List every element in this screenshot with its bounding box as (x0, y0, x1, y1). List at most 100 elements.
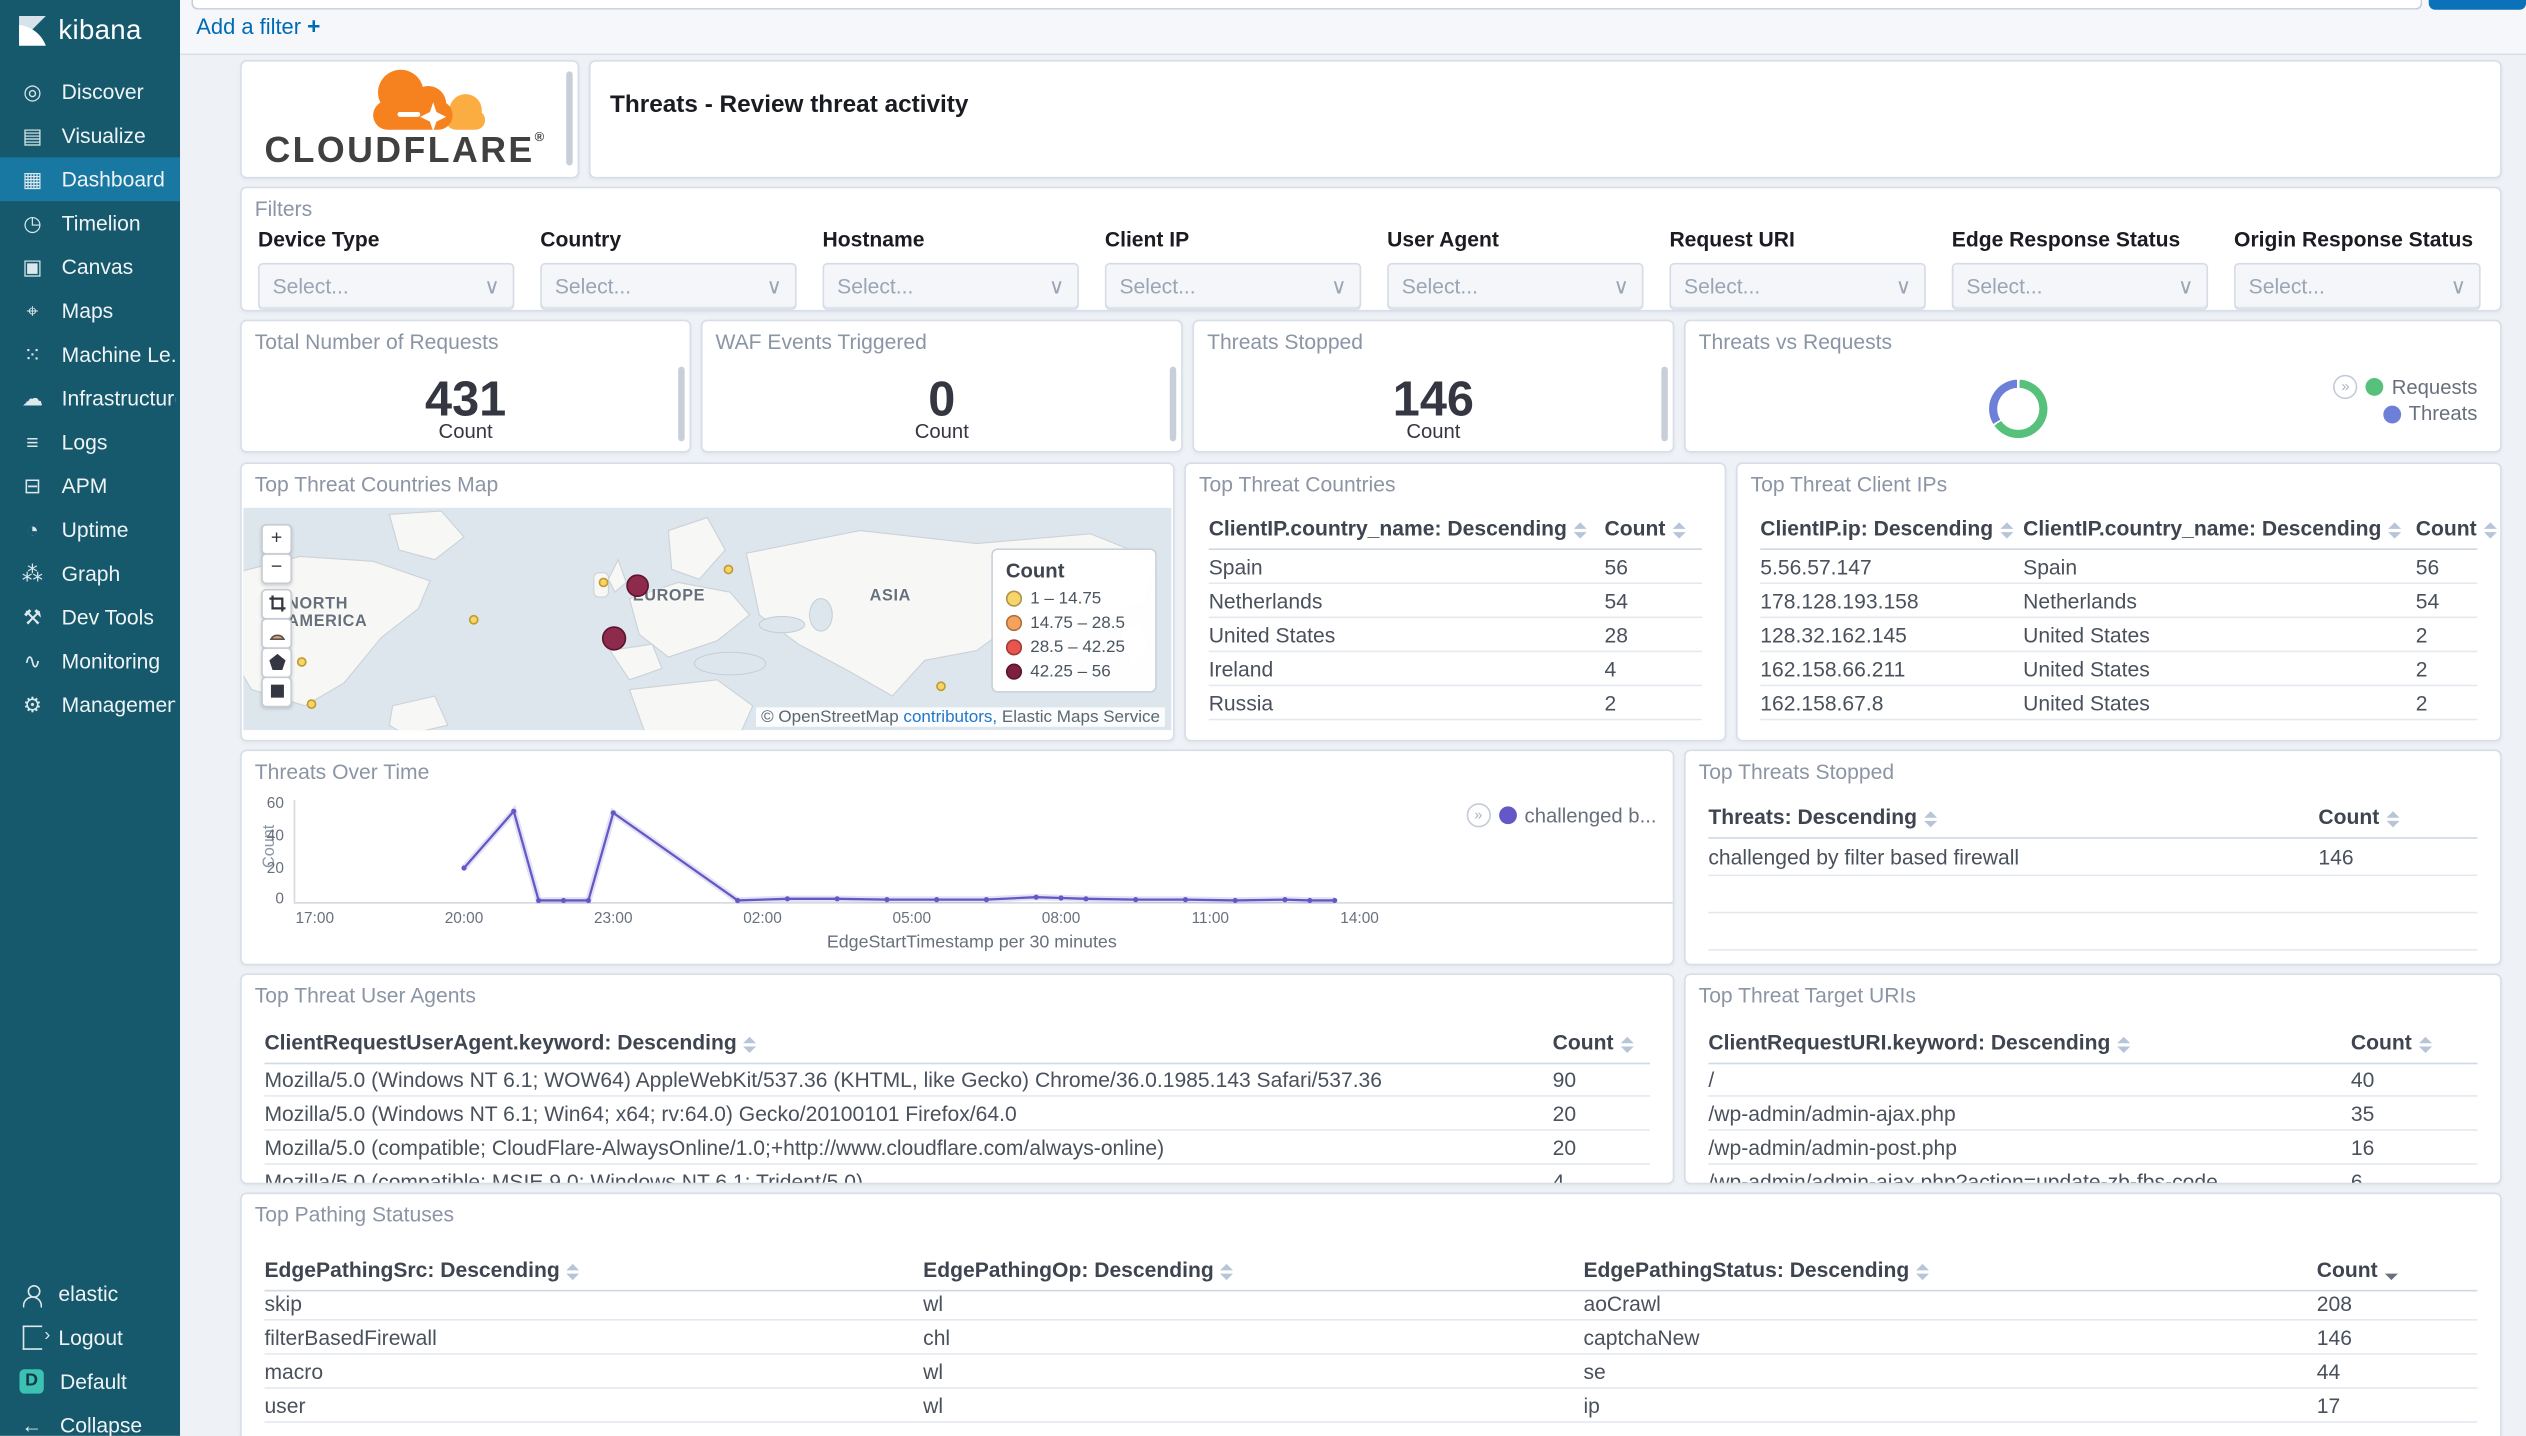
panel-title: Top Threat Countries Map (254, 472, 499, 497)
chevron-down-icon: ∨ (2450, 273, 2467, 298)
sort-icon (566, 1263, 580, 1280)
osm-contributors-link[interactable]: contributors, (903, 707, 997, 726)
monitoring-icon: ∿ (23, 648, 42, 673)
table-cell: 128.32.162.145 (1760, 623, 1907, 648)
table-cell: Spain (1208, 554, 1263, 580)
panel-scrollbar[interactable] (1661, 366, 1668, 442)
map-threat-marker[interactable] (306, 699, 317, 709)
map-threat-marker[interactable] (626, 574, 649, 598)
sidebar-item-user[interactable]: elastic (0, 1272, 180, 1316)
x-tick: 14:00 (1340, 910, 1379, 929)
table-cell: Netherlands (1208, 588, 1323, 614)
sidebar-item-graph[interactable]: ⁂ Graph (0, 552, 180, 596)
table-cell: 2 (1604, 691, 1617, 716)
hostname-select[interactable]: Select... ∨ (822, 262, 1079, 310)
sidebar-item-dev-tools[interactable]: ⚒ Dev Tools (0, 595, 180, 639)
sidebar-item-infrastructure[interactable]: ☁ Infrastructure (0, 376, 180, 420)
map-zoom-out-button[interactable]: − (261, 553, 293, 585)
sidebar-item-logs[interactable]: ≡ Logs (0, 420, 180, 464)
x-tick: 02:00 (743, 910, 782, 929)
map-threat-marker[interactable] (296, 657, 307, 667)
collapse-icon: ← (21, 1413, 43, 1436)
column-header[interactable]: Count (2351, 1030, 2432, 1055)
timelion-icon: ◷ (23, 210, 42, 235)
map-crop-tool-button[interactable] (261, 588, 293, 620)
legend-threats[interactable]: Threats (2382, 402, 2477, 425)
add-filter-link[interactable]: Add a filter + (196, 13, 320, 39)
sidebar-item-monitoring[interactable]: ∿ Monitoring (0, 639, 180, 683)
sidebar-item-collapse[interactable]: ← Collapse (0, 1403, 180, 1436)
sidebar-item-uptime[interactable]: ◔ Uptime (0, 508, 180, 552)
x-tick: 20:00 (444, 910, 484, 929)
sidebar-item-logout[interactable]: Logout (0, 1316, 180, 1360)
origin-response-status-select[interactable]: Select... ∨ (2234, 262, 2481, 310)
column-header[interactable]: ClientIP.ip: Descending (1760, 516, 2013, 540)
x-tick: 23:00 (593, 910, 633, 929)
column-header[interactable]: ClientIP.country_name: Descending (2023, 516, 2401, 540)
machine-learning-icon: ⁙ (23, 341, 42, 366)
sidebar-item-space-default[interactable]: D Default (0, 1360, 180, 1404)
table-cell: United States (2023, 623, 2150, 648)
column-header[interactable]: Count (2416, 516, 2497, 540)
column-header[interactable]: Threats: Descending (1708, 805, 1937, 829)
column-header[interactable]: EdgePathingStatus: Descending (1583, 1257, 1929, 1282)
column-header[interactable]: Count (1553, 1030, 1634, 1055)
panel-scrollbar[interactable] (678, 366, 685, 442)
kibana-logo[interactable]: kibana (0, 0, 180, 65)
edge-response-status-select[interactable]: Select... ∨ (1951, 262, 2209, 310)
map-zoom-in-button[interactable]: + (261, 524, 293, 555)
user-agent-select[interactable]: Select... ∨ (1387, 262, 1644, 310)
map-threat-marker[interactable] (468, 614, 479, 625)
threats-vs-requests-donut[interactable] (1989, 379, 2048, 439)
table-cell: 54 (2415, 588, 2440, 614)
map-polygon-tool-button[interactable] (261, 647, 293, 679)
legend-challenged[interactable]: » challenged b... (1466, 803, 1656, 828)
panel-title: Top Threat Client IPs (1750, 472, 1948, 497)
device-type-select[interactable]: Select... ∨ (257, 262, 515, 310)
chevron-down-icon: ∨ (766, 273, 782, 298)
legend-requests[interactable]: » Requests (2333, 374, 2477, 400)
update-button[interactable] (2428, 0, 2526, 10)
sort-icon (2385, 810, 2399, 827)
sidebar-item-maps[interactable]: ⌖ Maps (0, 289, 180, 333)
sidebar-item-timelion[interactable]: ◷ Timelion (0, 201, 180, 245)
table-cell: ip (1583, 1393, 1600, 1418)
table-cell: macro (264, 1359, 324, 1384)
sidebar-item-visualize[interactable]: ▤ Visualize (0, 114, 180, 158)
column-header[interactable]: EdgePathingSrc: Descending (264, 1257, 580, 1282)
table-cell: 16 (2350, 1135, 2375, 1161)
client-ip-select[interactable]: Select... ∨ (1104, 262, 1362, 310)
column-header[interactable]: ClientRequestURI.keyword: Descending (1708, 1030, 2130, 1055)
legend-item: 1 – 14.75 (1005, 589, 1142, 608)
column-header[interactable]: EdgePathingOp: Descending (923, 1257, 1234, 1282)
sidebar-item-discover[interactable]: ◎ Discover (0, 70, 180, 114)
logo-panel-scrollbar[interactable] (566, 71, 573, 166)
legend-expand-icon[interactable]: » (1466, 803, 1491, 828)
legend-expand-icon[interactable]: » (2333, 374, 2358, 400)
country-select[interactable]: Select... ∨ (540, 262, 797, 310)
sidebar-item-machine-learning[interactable]: ⁙Machine Le... (0, 333, 180, 377)
request-uri-select[interactable]: Select... ∨ (1669, 262, 1926, 310)
column-header[interactable]: ClientRequestUserAgent.keyword: Descendi… (264, 1030, 757, 1055)
sidebar-item-management[interactable]: ⚙ Management (0, 683, 180, 727)
x-axis-title: EdgeStartTimestamp per 30 minutes (826, 932, 1117, 953)
map-bounds-tool-button[interactable] (261, 676, 293, 708)
column-header[interactable]: Count (2318, 805, 2399, 829)
sidebar-item-canvas[interactable]: ▣ Canvas (0, 245, 180, 289)
sidebar-item-dashboard[interactable]: ▦ Dashboard (0, 157, 181, 202)
map-viewport[interactable]: NORTH AMERICA EUROPE ASIA + − Count 1 – 1… (243, 507, 1172, 731)
map-threat-marker[interactable] (601, 625, 626, 650)
column-header[interactable]: Count (1605, 516, 1685, 540)
map-threat-marker[interactable] (936, 681, 946, 692)
map-distance-tool-button[interactable] (261, 618, 293, 649)
column-header[interactable]: Count (2317, 1257, 2398, 1282)
sort-icon (2387, 521, 2401, 538)
sidebar-item-apm[interactable]: ⊟ APM (0, 464, 180, 508)
table-cell: 162.158.66.211 (1760, 657, 1906, 682)
panel-scrollbar[interactable] (1169, 366, 1177, 442)
column-header[interactable]: ClientIP.country_name: Descending (1209, 516, 1587, 540)
map-threat-marker[interactable] (723, 564, 734, 575)
query-input[interactable] (191, 0, 2423, 10)
map-threat-marker[interactable] (598, 577, 609, 588)
table-cell: Mozilla/5.0 (compatible; CloudFlare-Alwa… (264, 1135, 1165, 1161)
